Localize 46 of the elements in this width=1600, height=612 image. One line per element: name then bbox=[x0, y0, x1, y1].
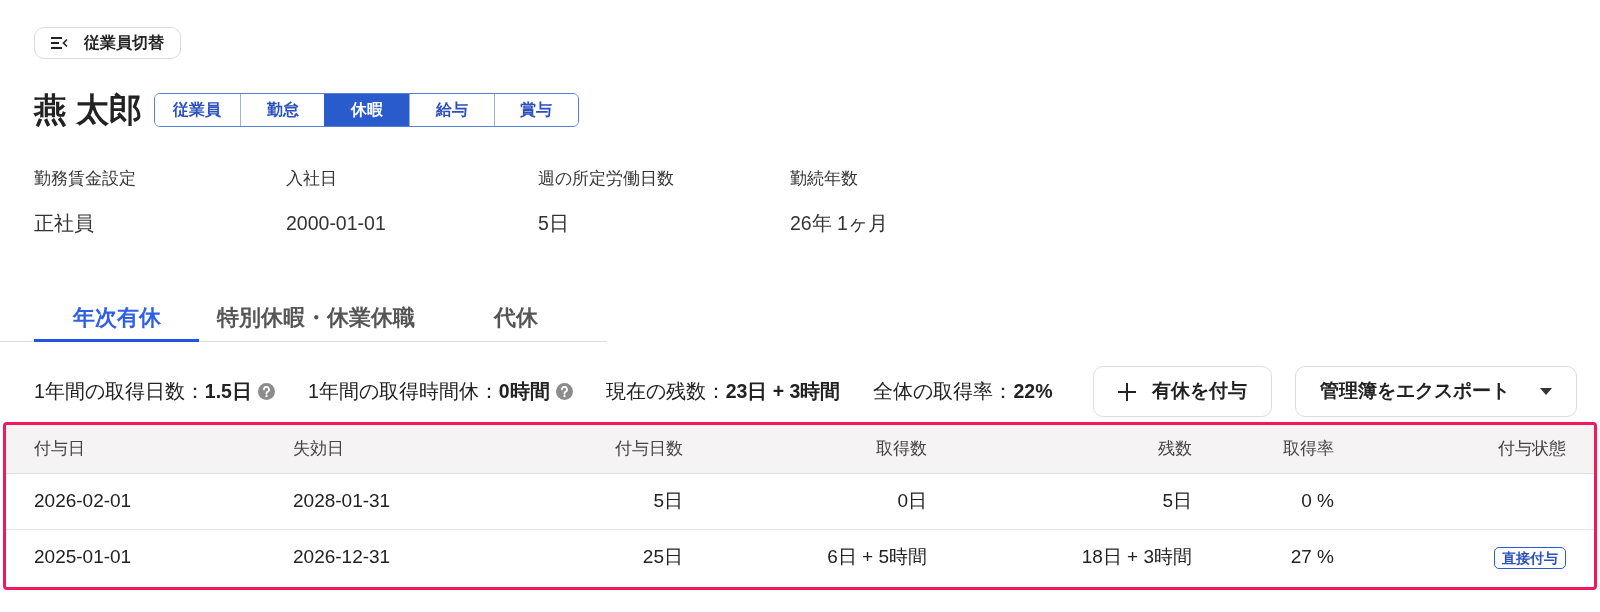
table-cell: 0 % bbox=[1204, 473, 1346, 529]
leave-tab[interactable]: 特別休暇・休業休職 bbox=[199, 297, 433, 342]
plus-icon bbox=[1118, 382, 1136, 401]
export-dropdown-button[interactable]: 管理簿をエクスポート bbox=[1295, 366, 1577, 417]
table-cell: 5日 bbox=[939, 473, 1204, 529]
column-header: 付与日数 bbox=[520, 425, 695, 473]
leave-tab[interactable]: 代休 bbox=[433, 297, 598, 342]
table-cell: 25日 bbox=[520, 529, 695, 585]
summary-stat: 1年間の取得時間休：0時間 bbox=[307, 378, 550, 404]
table-cell: 18日 + 3時間 bbox=[939, 529, 1204, 585]
section-tab[interactable]: 賞与 bbox=[493, 94, 579, 126]
field-value: 2000-01-01 bbox=[286, 211, 387, 236]
column-header: 付与日 bbox=[6, 425, 281, 473]
field-value: 26年 1ヶ月 bbox=[790, 211, 889, 236]
grant-leave-button[interactable]: 有休を付与 bbox=[1093, 366, 1272, 417]
table-cell: 27 % bbox=[1204, 529, 1346, 585]
field-label: 週の所定労働日数 bbox=[538, 168, 675, 190]
employee-name: 燕 太郎 bbox=[34, 92, 143, 128]
summary-stat: 1年間の取得日数：1.5日 bbox=[34, 378, 252, 404]
employee-switch-button[interactable]: 従業員切替 bbox=[34, 27, 181, 59]
status-tag: 直接付与 bbox=[1494, 547, 1566, 569]
caret-down-icon bbox=[1540, 388, 1552, 395]
field-label: 勤続年数 bbox=[790, 168, 859, 190]
leave-tab[interactable]: 年次有休 bbox=[34, 297, 199, 342]
table-cell: 2025-01-01 bbox=[6, 529, 281, 585]
table-cell: 2026-02-01 bbox=[6, 473, 281, 529]
field-label: 勤務賃金設定 bbox=[34, 168, 137, 190]
table-cell: 5日 bbox=[520, 473, 695, 529]
summary-stat: 全体の取得率：22% bbox=[873, 378, 1053, 404]
field-value: 5日 bbox=[538, 211, 570, 236]
column-header: 取得数 bbox=[695, 425, 939, 473]
list-chevron-icon bbox=[51, 37, 68, 49]
table-cell: 0日 bbox=[695, 473, 939, 529]
help-icon[interactable] bbox=[555, 383, 573, 400]
field-value: 正社員 bbox=[34, 211, 95, 236]
column-header: 取得率 bbox=[1204, 425, 1346, 473]
table-cell: 2028-01-31 bbox=[281, 473, 520, 529]
section-tab[interactable]: 休暇 bbox=[324, 94, 409, 126]
field-label: 入社日 bbox=[286, 168, 338, 190]
summary-stat: 現在の残数：23日 + 3時間 bbox=[605, 378, 841, 404]
table-cell: 6日 + 5時間 bbox=[695, 529, 939, 585]
table-cell: 2026-12-31 bbox=[281, 529, 520, 585]
column-header: 失効日 bbox=[281, 425, 520, 473]
column-header: 残数 bbox=[939, 425, 1204, 473]
help-icon[interactable] bbox=[257, 383, 275, 400]
column-header: 付与状態 bbox=[1346, 425, 1594, 473]
